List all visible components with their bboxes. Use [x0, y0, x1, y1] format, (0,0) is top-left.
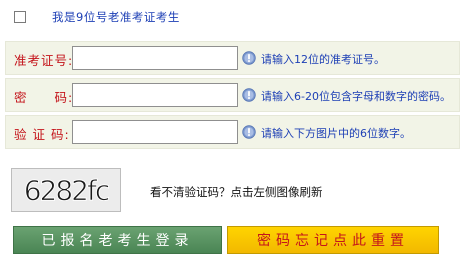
old-candidate-label[interactable]: 我是9位号老准考证考生 — [52, 9, 180, 25]
password-row: 密 码: 请输入6-20位包含字母和数字的密码。 — [5, 78, 460, 112]
old-candidate-option[interactable]: 我是9位号老准考证考生 — [14, 9, 180, 25]
exam-number-hint: 请输入12位的准考证号。 — [261, 53, 385, 66]
login-button[interactable]: 已报名老考生登录 — [13, 226, 222, 254]
info-icon — [242, 125, 256, 139]
exam-number-row: 准考证号: 请输入12位的准考证号。 — [5, 41, 460, 75]
old-candidate-checkbox[interactable] — [14, 11, 26, 23]
captcha-input[interactable] — [72, 120, 238, 144]
password-hint: 请输入6-20位包含字母和数字的密码。 — [261, 90, 451, 103]
reset-password-button[interactable]: 密码忘记点此重置 — [227, 226, 439, 254]
captcha-row: 验 证 码: 请输入下方图片中的6位数字。 — [5, 115, 460, 149]
info-icon — [242, 88, 256, 102]
exam-number-label: 准考证号: — [14, 53, 74, 68]
password-input[interactable] — [72, 83, 238, 107]
exam-number-input[interactable] — [72, 46, 238, 70]
password-label: 密 码: — [14, 90, 74, 105]
captcha-refresh-hint: 看不清验证码？点击左侧图像刷新 — [150, 185, 323, 199]
captcha-label: 验 证 码: — [14, 127, 70, 142]
captcha-image[interactable]: 6282fc — [11, 168, 121, 212]
captcha-text: 6282fc — [24, 174, 109, 207]
info-icon — [242, 51, 256, 65]
captcha-hint-text: 请输入下方图片中的6位数字。 — [261, 127, 411, 140]
